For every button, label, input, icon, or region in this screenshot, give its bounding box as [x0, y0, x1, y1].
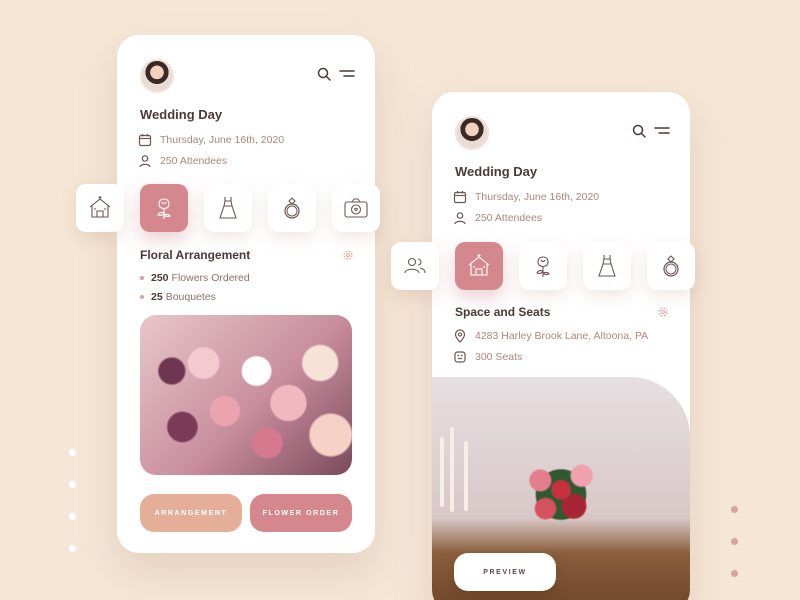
bouquets-label: Bouquetes [165, 291, 216, 303]
venue-address: 4283 Harley Brook Lane, Altoona, PA [475, 330, 649, 342]
menu-icon[interactable] [339, 66, 355, 82]
event-date-row: Thursday, June 16th, 2020 [453, 190, 599, 204]
ring-icon [663, 255, 679, 277]
settings-icon[interactable] [342, 249, 354, 261]
decor-dot [731, 570, 738, 577]
category-dress[interactable] [583, 242, 631, 290]
decor-dot [731, 506, 738, 513]
event-date-row: Thursday, June 16th, 2020 [138, 133, 284, 147]
event-title: Wedding Day [140, 107, 223, 122]
bouquet-photo [140, 315, 352, 475]
flowers-label: Flowers Ordered [171, 272, 250, 284]
seat-count: 300 Seats [475, 351, 523, 363]
menu-icon[interactable] [654, 123, 670, 139]
location-pin-icon [454, 329, 466, 343]
phone-screen-floral: Wedding Day Thursday, June 16th, 2020 25… [117, 35, 375, 553]
flower-order-button[interactable]: FLOWER ORDER [250, 494, 352, 532]
seats-icon [454, 351, 466, 363]
calendar-icon [453, 191, 467, 204]
flowers-count: 250 [151, 272, 169, 284]
category-dress[interactable] [204, 184, 252, 232]
camera-icon [344, 198, 368, 218]
category-venue[interactable] [76, 184, 124, 232]
event-date: Thursday, June 16th, 2020 [160, 134, 285, 146]
phone-screen-venue: Wedding Day Thursday, June 16th, 2020 25… [432, 92, 690, 600]
event-title: Wedding Day [455, 164, 538, 179]
category-flowers[interactable] [519, 242, 567, 290]
house-icon [468, 254, 490, 276]
category-photo[interactable] [332, 184, 380, 232]
house-icon [89, 196, 111, 218]
avatar[interactable] [140, 59, 174, 93]
event-date: Thursday, June 16th, 2020 [475, 191, 600, 203]
category-ring[interactable] [268, 184, 316, 232]
arrangement-button[interactable]: ARRANGEMENT [140, 494, 242, 532]
bouquets-count: 25 [151, 291, 163, 303]
settings-icon[interactable] [657, 306, 669, 318]
list-item: 25 Bouquetes [140, 291, 250, 303]
candle-decor [450, 427, 454, 512]
decor-dot [69, 481, 76, 488]
search-icon[interactable] [316, 66, 332, 82]
decor-dot [731, 538, 738, 545]
dress-icon [219, 197, 237, 219]
ring-icon [284, 197, 300, 219]
category-flowers[interactable] [140, 184, 188, 232]
seats-row: 300 Seats [453, 350, 522, 364]
rose-icon [157, 198, 171, 219]
calendar-icon [138, 134, 152, 147]
venue-table-photo: PREVIEW [432, 377, 690, 600]
avatar[interactable] [455, 116, 489, 150]
person-icon [454, 212, 466, 225]
list-item: 250 Flowers Ordered [140, 272, 250, 284]
decor-dot [69, 449, 76, 456]
category-venue[interactable] [455, 242, 503, 290]
attendees-row: 250 Attendees [138, 154, 227, 168]
dress-icon [598, 255, 616, 277]
decor-dot [69, 513, 76, 520]
attendees-count: 250 Attendees [475, 212, 543, 224]
rose-icon [536, 256, 550, 277]
candle-decor [440, 437, 444, 507]
attendees-count: 250 Attendees [160, 155, 228, 167]
section-title: Floral Arrangement [140, 248, 251, 262]
category-guests[interactable] [391, 242, 439, 290]
candle-decor [464, 441, 468, 511]
category-ring[interactable] [647, 242, 695, 290]
search-icon[interactable] [631, 123, 647, 139]
address-row: 4283 Harley Brook Lane, Altoona, PA [453, 329, 648, 343]
preview-button[interactable]: PREVIEW [454, 553, 556, 591]
person-icon [139, 155, 151, 168]
decor-dot [69, 545, 76, 552]
attendees-row: 250 Attendees [453, 211, 542, 225]
section-title: Space and Seats [455, 305, 551, 319]
floral-details: 250 Flowers Ordered 25 Bouquetes [140, 272, 250, 310]
people-icon [404, 257, 426, 274]
